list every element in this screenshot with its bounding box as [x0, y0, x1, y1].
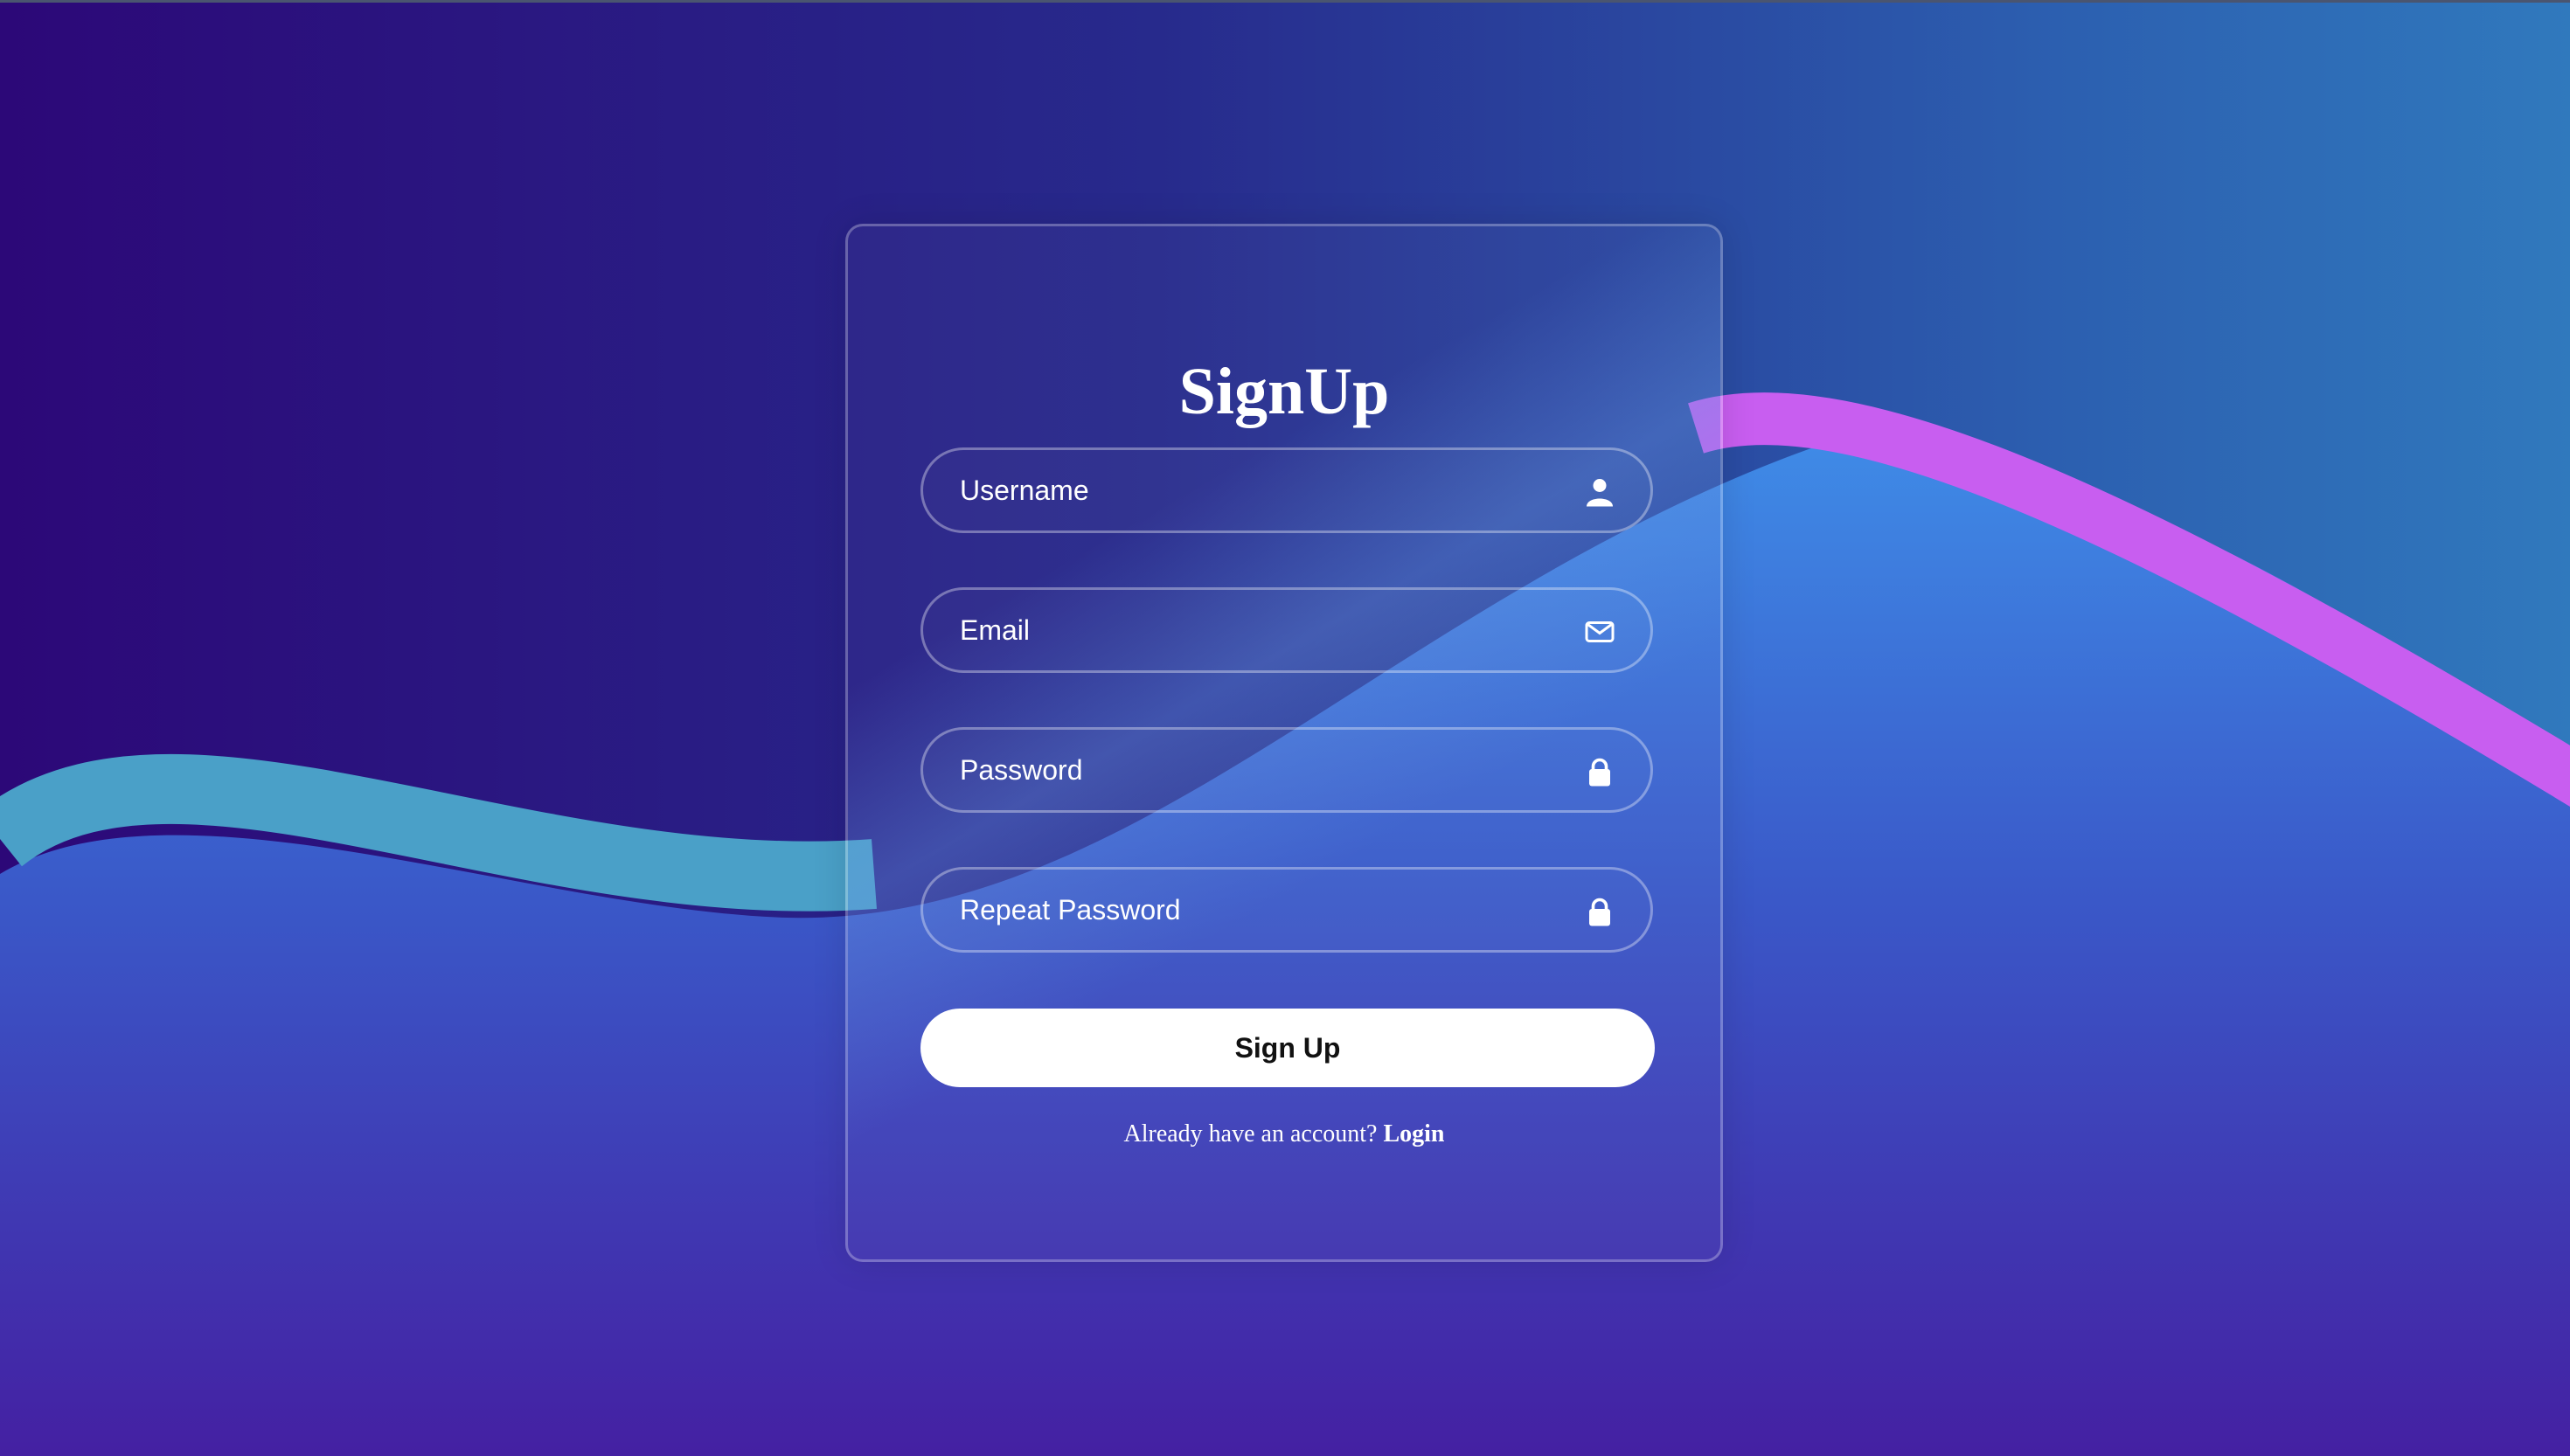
login-prompt-text: Already have an account? — [1123, 1120, 1384, 1147]
username-field[interactable] — [920, 447, 1653, 533]
login-link[interactable]: Login — [1383, 1120, 1444, 1147]
signup-card: SignUp Sign Up Already have an account? … — [845, 224, 1723, 1262]
signup-button[interactable]: Sign Up — [920, 1009, 1655, 1087]
email-input[interactable] — [923, 590, 1650, 670]
login-prompt: Already have an account? Login — [848, 1120, 1720, 1148]
password-input[interactable] — [923, 730, 1650, 810]
user-icon — [1587, 479, 1613, 507]
lock-icon — [1589, 898, 1610, 926]
mail-icon — [1585, 621, 1615, 642]
repeat-password-input[interactable] — [923, 870, 1650, 950]
password-field[interactable] — [920, 727, 1653, 813]
lock-icon — [1589, 758, 1610, 787]
repeat-password-field[interactable] — [920, 867, 1653, 953]
username-input[interactable] — [923, 450, 1650, 530]
email-field[interactable] — [920, 587, 1653, 673]
page-title: SignUp — [1178, 354, 1390, 428]
